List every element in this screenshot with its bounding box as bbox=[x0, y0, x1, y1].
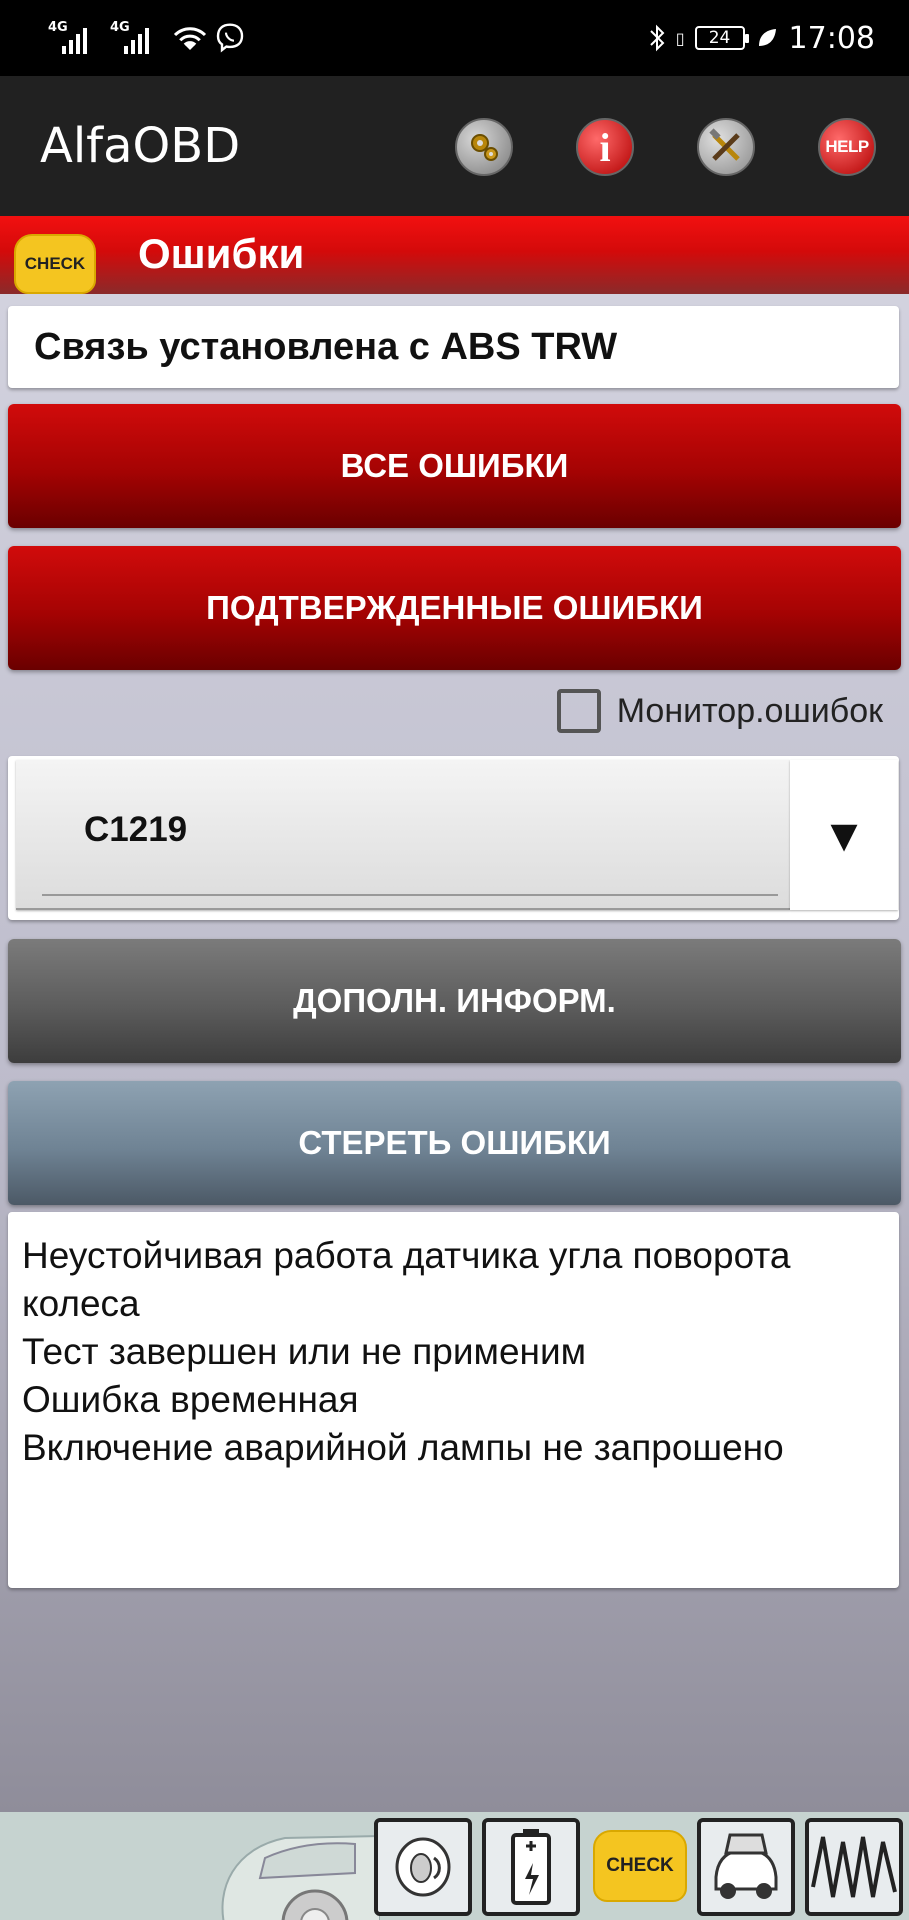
details-line: Неустойчивая работа датчика угла поворот… bbox=[22, 1235, 791, 1324]
speaker-tile-button[interactable] bbox=[374, 1818, 472, 1916]
monitor-checkbox[interactable] bbox=[556, 689, 601, 733]
more-info-button[interactable]: ДОПОЛН. ИНФОРМ. bbox=[8, 939, 901, 1063]
car-hood-icon bbox=[714, 1833, 778, 1899]
tools-icon bbox=[709, 128, 740, 161]
waveform-icon bbox=[811, 1836, 897, 1898]
signal-icon: 4G bbox=[48, 18, 104, 58]
car-tile-button[interactable] bbox=[697, 1818, 795, 1916]
signal-icon-2: 4G bbox=[110, 18, 166, 58]
app-title: AlfaOBD bbox=[40, 118, 241, 174]
wifi-icon bbox=[173, 27, 207, 50]
dropdown-arrow-icon[interactable]: ▼ bbox=[790, 760, 898, 910]
help-icon: HELP bbox=[825, 137, 869, 156]
check-engine-icon: CHECK bbox=[14, 234, 96, 294]
monitor-label: Монитор.ошибок bbox=[616, 691, 883, 730]
tools-button[interactable] bbox=[697, 118, 755, 176]
app-bar: AlfaOBD i HELP bbox=[0, 76, 909, 216]
dtc-selector-field[interactable]: C1219 bbox=[16, 760, 790, 910]
car-logo-icon bbox=[221, 1834, 380, 1920]
selector-underline bbox=[42, 894, 778, 896]
leaf-icon bbox=[758, 29, 776, 46]
details-line: Тест завершен или не применим bbox=[22, 1331, 587, 1372]
details-line: Ошибка временная bbox=[22, 1379, 359, 1420]
help-button[interactable]: HELP bbox=[818, 118, 876, 176]
section-title: Ошибки bbox=[138, 230, 305, 277]
bottom-toolbar: CHECK bbox=[0, 1812, 909, 1920]
confirmed-errors-button[interactable]: ПОДТВЕРЖДЕННЫЕ ОШИБКИ bbox=[8, 546, 901, 670]
status-bar: 4G 4G ▯ 24 17:08 bbox=[0, 0, 909, 76]
speaker-icon bbox=[395, 1837, 451, 1897]
info-icon: i bbox=[599, 124, 611, 170]
status-bar-left: 4G 4G bbox=[48, 16, 246, 60]
all-errors-button[interactable]: ВСЕ ОШИБКИ bbox=[8, 404, 901, 528]
clear-errors-button[interactable]: СТЕРЕТЬ ОШИБКИ bbox=[8, 1081, 901, 1205]
settings-gear-button[interactable] bbox=[455, 118, 513, 176]
main-content: CHECK Ошибки Связь установлена с ABS TRW… bbox=[0, 216, 909, 1812]
error-monitor-toggle[interactable]: Монитор.ошибок bbox=[556, 686, 883, 736]
battery-indicator: 24 bbox=[694, 26, 749, 50]
viber-icon bbox=[216, 23, 244, 53]
oscilloscope-tile-button[interactable] bbox=[805, 1818, 903, 1916]
info-button[interactable]: i bbox=[576, 118, 634, 176]
vibrate-icon: ▯ bbox=[675, 28, 685, 48]
connection-status: Связь установлена с ABS TRW bbox=[8, 306, 899, 388]
status-bar-right: ▯ 24 17:08 bbox=[648, 14, 875, 62]
dtc-selected-code: C1219 bbox=[84, 810, 188, 849]
section-header: CHECK Ошибки bbox=[0, 216, 909, 294]
gears-icon bbox=[471, 134, 498, 161]
clock: 17:08 bbox=[788, 20, 875, 56]
dtc-selector[interactable]: C1219 ▼ bbox=[8, 756, 899, 920]
check-engine-tile-button[interactable]: CHECK bbox=[593, 1830, 687, 1902]
bluetooth-icon bbox=[650, 24, 665, 52]
details-line: Включение аварийной лампы не запрошено bbox=[22, 1427, 784, 1468]
battery-charge-icon bbox=[511, 1829, 551, 1905]
battery-tile-button[interactable] bbox=[482, 1818, 580, 1916]
error-details-panel: Неустойчивая работа датчика угла поворот… bbox=[8, 1212, 899, 1588]
